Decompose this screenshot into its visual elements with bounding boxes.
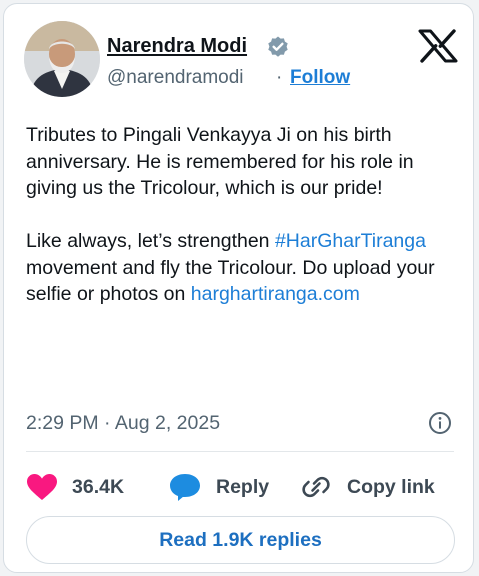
tweet-timestamp[interactable]: 2:29 PM · Aug 2, 2025 <box>26 411 220 435</box>
tweet-paragraph-1: Tributes to Pingali Venkayya Ji on his b… <box>26 124 414 199</box>
copy-link-button[interactable]: Copy link <box>301 473 435 501</box>
reply-label: Reply <box>216 475 270 498</box>
x-logo-icon[interactable] <box>418 29 458 63</box>
tweet-card: Narendra Modi @narendramodi · Follow Tri… <box>3 3 474 573</box>
handle-separator: · <box>276 67 283 88</box>
verified-badge-icon <box>268 36 288 57</box>
divider <box>26 451 454 452</box>
like-count: 36.4K <box>72 475 125 498</box>
author-name[interactable]: Narendra Modi <box>107 34 247 58</box>
tweet-text-segment: Like always, let’s strengthen <box>26 230 275 252</box>
read-replies-button[interactable]: Read 1.9K replies <box>26 516 455 564</box>
hashtag-link[interactable]: #HarGharTiranga <box>275 230 426 252</box>
follow-button[interactable]: Follow <box>290 66 350 90</box>
url-link[interactable]: harghartiranga.com <box>191 283 360 305</box>
avatar[interactable] <box>24 21 100 97</box>
tweet-paragraph-2: Like always, let’s strengthen #HarGharTi… <box>26 228 466 308</box>
author-handle[interactable]: @narendramodi <box>107 66 244 90</box>
like-button[interactable]: 36.4K <box>26 473 124 501</box>
reply-bubble-icon <box>170 474 200 501</box>
tweet-text: Tributes to Pingali Venkayya Ji on his b… <box>26 122 466 308</box>
heart-icon <box>27 474 57 500</box>
reply-button[interactable]: Reply <box>168 473 269 501</box>
info-icon[interactable] <box>428 411 452 435</box>
link-icon <box>302 476 330 498</box>
copy-link-label: Copy link <box>347 475 435 498</box>
read-replies-label: Read 1.9K replies <box>159 528 322 551</box>
